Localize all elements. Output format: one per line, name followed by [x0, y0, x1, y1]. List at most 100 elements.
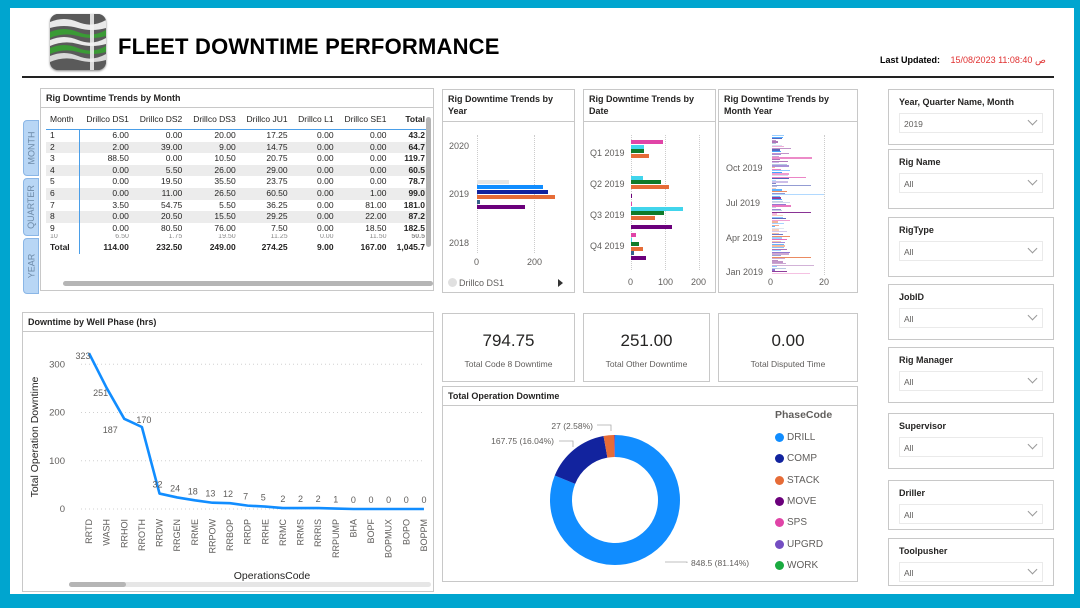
chevron-down-icon[interactable] — [1027, 310, 1038, 321]
bar[interactable] — [631, 202, 632, 206]
bar[interactable] — [631, 225, 673, 229]
legend-label: UPGRD — [787, 538, 824, 550]
bar[interactable] — [631, 215, 656, 220]
bar-drillco-ju1[interactable] — [477, 195, 556, 199]
bar[interactable] — [631, 149, 644, 154]
legend-label[interactable]: Drillco DS1 — [459, 278, 504, 288]
table-cell: 35.50 — [214, 176, 236, 187]
data-label: 32 — [153, 480, 163, 490]
column-header[interactable]: Drillco SE1 — [337, 110, 391, 130]
column-header[interactable]: Drillco DS2 — [132, 110, 187, 130]
table-cell: 0.00 — [112, 176, 129, 187]
bar[interactable] — [631, 237, 632, 242]
y-tick-label: Jul 2019 — [726, 198, 761, 208]
bar[interactable] — [631, 251, 635, 256]
table-cell: 81.00 — [365, 199, 387, 210]
table-cell: 119.7 — [404, 153, 425, 164]
slicer-title: Rig Name — [899, 157, 941, 167]
slicer-dropdown[interactable]: 2019 — [899, 113, 1043, 133]
bar[interactable] — [631, 184, 670, 189]
bar[interactable] — [631, 194, 632, 198]
legend-item-drill[interactable]: DRILL — [775, 427, 832, 448]
gridline — [824, 135, 825, 275]
bar[interactable] — [631, 256, 646, 260]
total-operation-downtime-chart: Total Operation Downtime 848.5 (81.14%) 1… — [442, 386, 858, 582]
table-cell: 5 — [46, 176, 80, 188]
tab-quarter[interactable]: QUARTER — [23, 178, 39, 236]
chevron-down-icon[interactable] — [1027, 564, 1038, 575]
bar-drillco-se1[interactable] — [477, 205, 525, 209]
leader-line — [597, 424, 612, 431]
table-row: 7 3.50 54.75 5.50 36.25 0.00 81.00 181.0 — [46, 199, 429, 212]
bar-drillco-ds2[interactable] — [477, 185, 544, 189]
column-header[interactable]: Total — [390, 110, 429, 130]
bar[interactable] — [631, 153, 649, 158]
bar[interactable] — [631, 246, 643, 251]
legend-item-upgrd[interactable]: UPGRD — [775, 533, 832, 554]
bar[interactable] — [631, 144, 644, 149]
bar[interactable] — [631, 211, 664, 216]
table-cell: 87.2 — [390, 211, 429, 223]
legend-item-sps[interactable]: SPS — [775, 512, 832, 533]
slicer-dropdown[interactable]: All — [899, 241, 1043, 261]
tab-year[interactable]: YEAR — [23, 238, 39, 294]
slicer-title: RigType — [899, 225, 934, 235]
bar[interactable] — [631, 206, 684, 211]
donut-slice-comp[interactable] — [554, 436, 608, 484]
x-tick-label: RROTH — [137, 519, 147, 551]
slicer-dropdown[interactable]: All — [899, 308, 1043, 328]
bar[interactable] — [631, 180, 661, 185]
matrix-vertical-scrollbar[interactable] — [426, 117, 431, 247]
bar[interactable] — [631, 242, 640, 247]
series-line[interactable] — [87, 352, 424, 511]
column-header[interactable]: Drillco DS3 — [186, 110, 240, 130]
matrix-horizontal-scrollbar[interactable] — [63, 281, 433, 286]
report-canvas: FLEET DOWNTIME PERFORMANCE Last Updated:… — [10, 8, 1074, 594]
y-tick-label: 300 — [49, 359, 65, 370]
table-cell: 15.50 — [186, 211, 240, 223]
chevron-down-icon[interactable] — [1027, 439, 1038, 450]
slicer-dropdown[interactable]: All — [899, 371, 1043, 391]
legend-item-move[interactable]: MOVE — [775, 491, 832, 512]
slicer-dropdown[interactable]: All — [899, 504, 1043, 524]
slicer-dropdown[interactable]: All — [899, 437, 1043, 457]
bar[interactable] — [631, 233, 636, 237]
downtime-by-well-phase-chart: Downtime by Well Phase (hrs) 0 100 200 300 T… — [22, 312, 434, 592]
legend-item-stack[interactable]: STACK — [775, 470, 832, 491]
chevron-down-icon[interactable] — [1027, 373, 1038, 384]
matrix-table: Month Drillco DS1 Drillco DS2 Drillco DS3 Dr… — [46, 110, 429, 255]
legend-item-comp[interactable]: COMP — [775, 448, 832, 469]
bar-drillco-ds1[interactable] — [477, 180, 510, 184]
bar-drillco-ds3[interactable] — [477, 190, 548, 194]
legend-item-work[interactable]: WORK — [775, 555, 832, 576]
bar[interactable] — [631, 140, 664, 144]
column-header[interactable]: Drillco JU1 — [239, 110, 292, 130]
table-cell: 43.2 — [408, 130, 425, 140]
line-chart-svg: 0100200300Total Operation Downtime323251… — [29, 351, 429, 582]
column-header[interactable]: Drillco DS1 — [79, 110, 133, 130]
table-row: 3 88.50 0.00 10.50 20.75 0.00 0.00 119.7 — [46, 153, 429, 165]
line-chart-scroll-thumb[interactable] — [69, 582, 126, 587]
table-cell: 19.50 — [161, 176, 183, 187]
legend-dot-icon — [775, 433, 784, 443]
table-cell: 99.0 — [390, 187, 429, 200]
legend-next-arrow-icon[interactable] — [558, 279, 563, 287]
chevron-down-icon[interactable] — [1027, 175, 1038, 186]
bar[interactable] — [631, 175, 643, 180]
total-cell: 114.00 — [103, 241, 129, 252]
table-cell: 0.00 — [79, 187, 133, 200]
line-chart-scroll-track[interactable] — [69, 582, 431, 587]
column-header[interactable]: Month — [46, 110, 80, 130]
chevron-down-icon[interactable] — [1027, 115, 1038, 126]
chevron-down-icon[interactable] — [1027, 243, 1038, 254]
bar-drillco-l1[interactable] — [477, 200, 480, 204]
tab-month[interactable]: MONTH — [23, 120, 39, 176]
column-header[interactable]: Drillco L1 — [291, 110, 338, 130]
chevron-down-icon[interactable] — [1027, 506, 1038, 517]
slicer-dropdown[interactable]: All — [899, 562, 1043, 582]
x-axis-title: OperationsCode — [234, 570, 311, 582]
slicer-dropdown[interactable]: All — [899, 173, 1043, 193]
slicer-value: All — [904, 568, 914, 578]
legend-dot-icon — [775, 560, 784, 570]
x-tick-label: RRPOW — [207, 518, 217, 553]
